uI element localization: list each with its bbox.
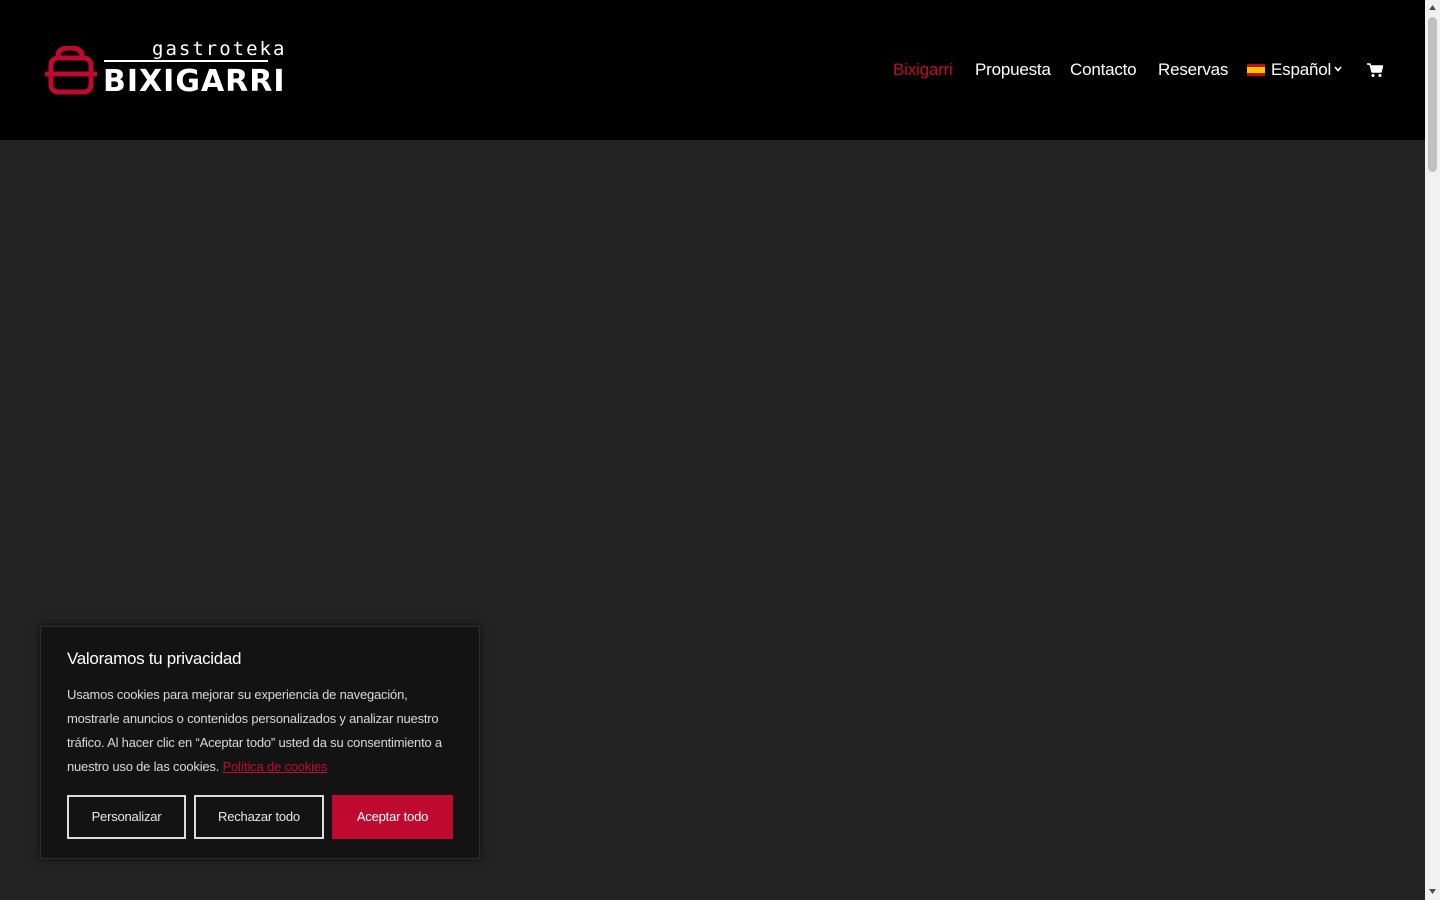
nav-item-propuesta[interactable]: Propuesta bbox=[975, 58, 1051, 82]
cookie-description: Usamos cookies para mejorar su experienc… bbox=[67, 683, 457, 779]
site-header: gastroteka BIXIGARRI Bixigarri Propuesta… bbox=[0, 0, 1425, 140]
language-selector[interactable]: Español bbox=[1271, 58, 1331, 82]
nav-item-bixigarri[interactable]: Bixigarri bbox=[893, 58, 953, 82]
scroll-down-arrow-icon[interactable] bbox=[1428, 887, 1437, 895]
accept-all-button[interactable]: Aceptar todo bbox=[332, 795, 453, 839]
scroll-thumb[interactable] bbox=[1428, 17, 1437, 172]
customize-button[interactable]: Personalizar bbox=[67, 795, 186, 839]
nav-item-reservas[interactable]: Reservas bbox=[1158, 58, 1228, 82]
cookie-policy-link[interactable]: Política de cookies bbox=[223, 759, 328, 774]
scroll-up-arrow-icon[interactable] bbox=[1428, 4, 1437, 12]
page-scrollbar[interactable] bbox=[1425, 0, 1440, 900]
shopping-cart-icon[interactable] bbox=[1366, 61, 1384, 79]
main-nav: Bixigarri Propuesta Contacto Reservas Es… bbox=[0, 58, 1425, 84]
logo-tagline: gastroteka bbox=[152, 38, 287, 60]
nav-item-contacto[interactable]: Contacto bbox=[1070, 58, 1137, 82]
reject-all-button[interactable]: Rechazar todo bbox=[194, 795, 324, 839]
cookie-consent-dialog: Valoramos tu privacidad Usamos cookies p… bbox=[40, 626, 480, 859]
cookie-title: Valoramos tu privacidad bbox=[67, 649, 242, 668]
chevron-down-icon[interactable] bbox=[1333, 64, 1343, 74]
spain-flag-icon bbox=[1247, 64, 1265, 76]
